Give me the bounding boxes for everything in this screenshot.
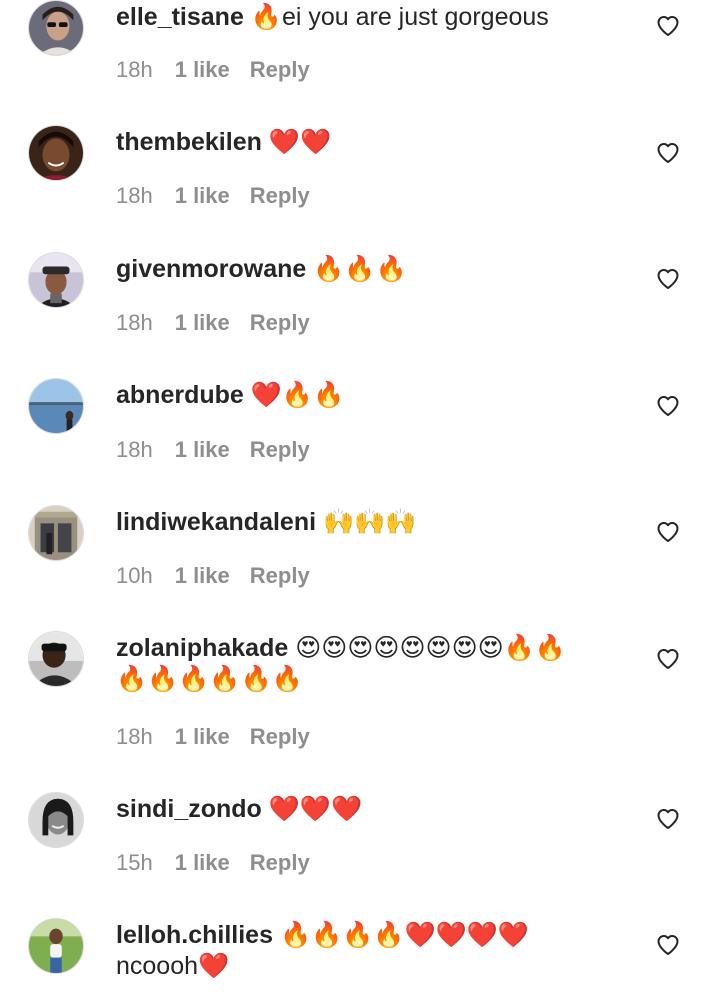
comment-meta: 10h 1 like Reply bbox=[116, 563, 310, 589]
comment-text: 😍😍😍😍😍😍😍😍🔥🔥 bbox=[295, 634, 566, 662]
comment-text: 🔥🔥🔥🔥❤️❤️❤️❤️ bbox=[279, 921, 529, 949]
comment-line: ncoooh❤️ bbox=[116, 951, 636, 982]
comment-body: abnerdube ❤️🔥🔥 bbox=[116, 380, 636, 411]
comment-line: 🔥🔥🔥🔥🔥🔥 bbox=[116, 664, 636, 695]
comment-line: abnerdube ❤️🔥🔥 bbox=[116, 380, 636, 411]
heart-outline-icon[interactable] bbox=[656, 647, 680, 671]
heart-outline-icon[interactable] bbox=[656, 807, 680, 831]
heart-outline-icon[interactable] bbox=[656, 267, 680, 291]
reply-button[interactable]: Reply bbox=[250, 850, 310, 875]
comment-username[interactable]: thembekilen bbox=[116, 128, 262, 156]
comment-like-count[interactable]: 1 like bbox=[175, 850, 230, 875]
comment-body: givenmorowane 🔥🔥🔥 bbox=[116, 254, 636, 285]
comment-like-count[interactable]: 1 like bbox=[175, 310, 230, 335]
comment-line: lelloh.chillies 🔥🔥🔥🔥❤️❤️❤️❤️ bbox=[116, 920, 636, 951]
comment-line: thembekilen ❤️❤️ bbox=[116, 127, 636, 158]
comment-body: lelloh.chillies 🔥🔥🔥🔥❤️❤️❤️❤️ ncoooh❤️ bbox=[116, 920, 636, 982]
comment-body: sindi_zondo ❤️❤️❤️ bbox=[116, 794, 636, 825]
reply-button[interactable]: Reply bbox=[250, 310, 310, 335]
comment-line: elle_tisane 🔥ei you are just gorgeous bbox=[116, 2, 636, 33]
comment-body: lindiwekandaleni 🙌🙌🙌 bbox=[116, 507, 636, 538]
comment-username[interactable]: lindiwekandaleni bbox=[116, 508, 316, 536]
reply-button[interactable]: Reply bbox=[250, 437, 310, 462]
avatar[interactable] bbox=[28, 631, 84, 687]
comment-text: ❤️❤️ bbox=[268, 128, 332, 156]
comment-body: zolaniphakade 😍😍😍😍😍😍😍😍🔥🔥 🔥🔥🔥🔥🔥🔥 bbox=[116, 633, 636, 695]
comment-text: 🔥🔥🔥 bbox=[313, 255, 407, 283]
comment-timestamp: 18h bbox=[116, 57, 153, 82]
comment-username[interactable]: lelloh.chillies bbox=[116, 921, 273, 949]
heart-outline-icon[interactable] bbox=[656, 933, 680, 957]
reply-button[interactable]: Reply bbox=[250, 563, 310, 588]
avatar[interactable] bbox=[28, 792, 84, 848]
heart-outline-icon[interactable] bbox=[656, 14, 680, 38]
comment-username[interactable]: elle_tisane bbox=[116, 3, 244, 31]
heart-outline-icon[interactable] bbox=[656, 520, 680, 544]
comment-meta: 18h 1 like Reply bbox=[116, 57, 310, 83]
comment-text: 🔥ei you are just gorgeous bbox=[250, 3, 549, 31]
comment-line: givenmorowane 🔥🔥🔥 bbox=[116, 254, 636, 285]
comment-meta: 18h 1 like Reply bbox=[116, 183, 310, 209]
comment-text: ❤️🔥🔥 bbox=[250, 381, 345, 409]
avatar[interactable] bbox=[28, 505, 84, 561]
comment-username[interactable]: zolaniphakade bbox=[116, 634, 288, 662]
comment-body: elle_tisane 🔥ei you are just gorgeous bbox=[116, 2, 636, 33]
comment-timestamp: 10h bbox=[116, 563, 153, 588]
avatar[interactable] bbox=[28, 378, 84, 434]
comment-list: elle_tisane 🔥ei you are just gorgeous 18h… bbox=[0, 0, 720, 999]
comment-meta: 18h 1 like Reply bbox=[116, 724, 310, 750]
comment-text: 🔥🔥🔥🔥🔥🔥 bbox=[116, 665, 303, 693]
comment-line: lindiwekandaleni 🙌🙌🙌 bbox=[116, 507, 636, 538]
reply-button[interactable]: Reply bbox=[250, 724, 310, 749]
comment-like-count[interactable]: 1 like bbox=[175, 437, 230, 462]
heart-outline-icon[interactable] bbox=[656, 394, 680, 418]
comment-body: thembekilen ❤️❤️ bbox=[116, 127, 636, 158]
comment-like-count[interactable]: 1 like bbox=[175, 563, 230, 588]
avatar[interactable] bbox=[28, 125, 84, 181]
comment-timestamp: 18h bbox=[116, 310, 153, 335]
comment-timestamp: 15h bbox=[116, 850, 153, 875]
comment-line: zolaniphakade 😍😍😍😍😍😍😍😍🔥🔥 bbox=[116, 633, 636, 664]
comment-timestamp: 18h bbox=[116, 183, 153, 208]
comment-meta: 15h 1 like Reply bbox=[116, 850, 310, 876]
comment-line: sindi_zondo ❤️❤️❤️ bbox=[116, 794, 636, 825]
comment-username[interactable]: givenmorowane bbox=[116, 255, 306, 283]
comment-text: 🙌🙌🙌 bbox=[323, 508, 417, 536]
comment-timestamp: 18h bbox=[116, 724, 153, 749]
comment-meta: 18h 1 like Reply bbox=[116, 437, 310, 463]
comment-text: ❤️❤️❤️ bbox=[268, 795, 363, 823]
reply-button[interactable]: Reply bbox=[250, 57, 310, 82]
avatar[interactable] bbox=[28, 0, 84, 56]
comment-username[interactable]: abnerdube bbox=[116, 381, 244, 409]
reply-button[interactable]: Reply bbox=[250, 183, 310, 208]
avatar[interactable] bbox=[28, 918, 84, 974]
avatar[interactable] bbox=[28, 252, 84, 308]
comment-timestamp: 18h bbox=[116, 437, 153, 462]
comment-meta: 18h 1 like Reply bbox=[116, 310, 310, 336]
comment-like-count[interactable]: 1 like bbox=[175, 183, 230, 208]
comment-text: ncoooh❤️ bbox=[116, 952, 230, 980]
comment-like-count[interactable]: 1 like bbox=[175, 57, 230, 82]
comment-username[interactable]: sindi_zondo bbox=[116, 795, 262, 823]
comment-like-count[interactable]: 1 like bbox=[175, 724, 230, 749]
heart-outline-icon[interactable] bbox=[656, 141, 680, 165]
